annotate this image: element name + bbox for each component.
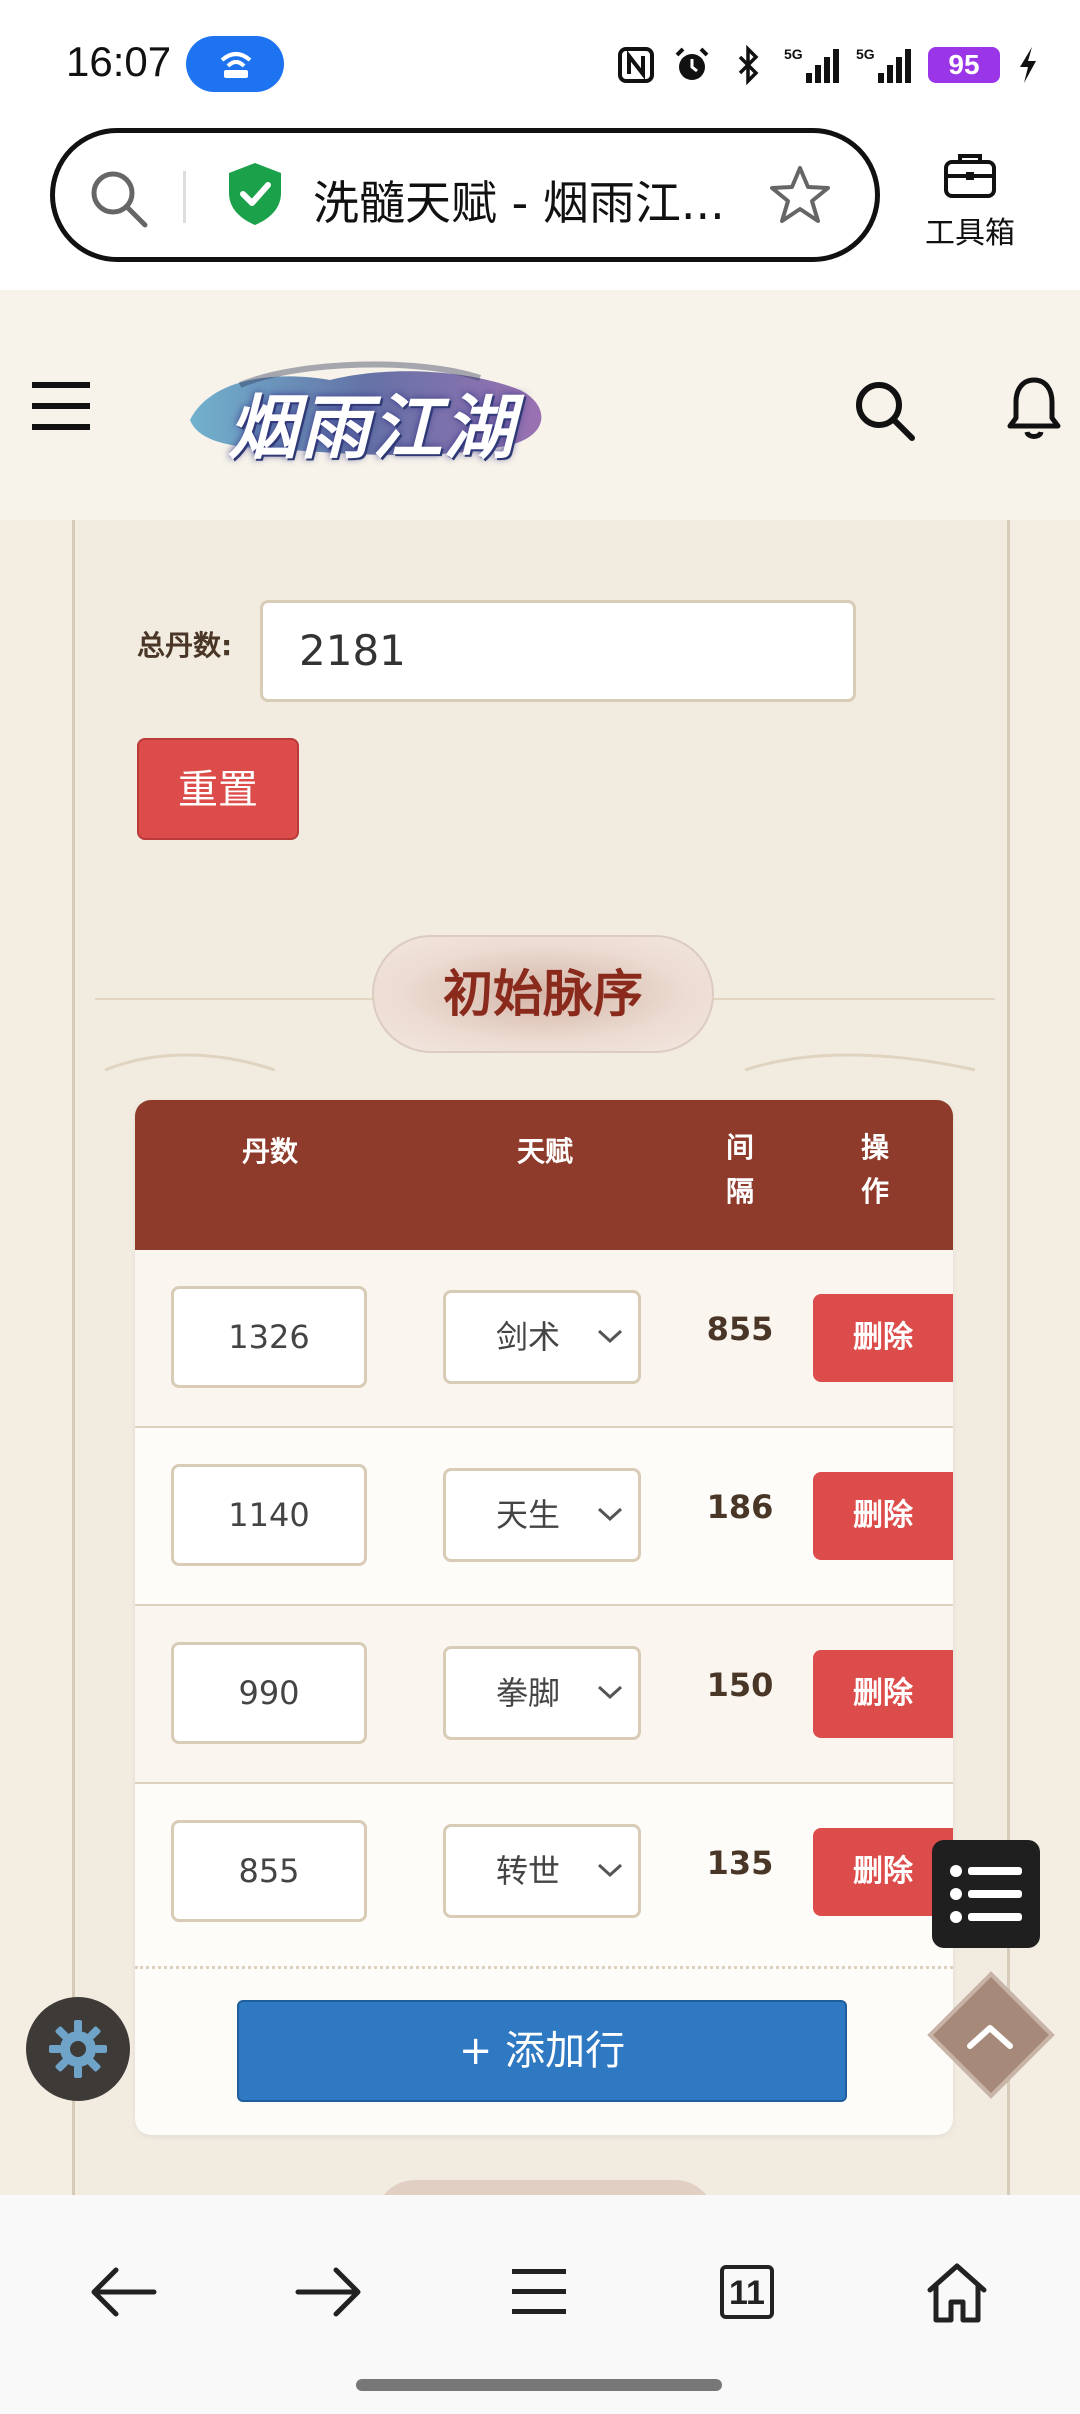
hotspot-indicator [186, 36, 284, 92]
dan-input[interactable]: 1140 [171, 1464, 367, 1566]
talent-value: 天生 [496, 1496, 561, 1534]
pulse-table: 丹数 天赋 间隔 操作 1326 剑术 855 删除 1140 天生 186 删… [135, 1100, 953, 2135]
delete-button[interactable]: 删除 [813, 1650, 953, 1738]
arrow-left-icon [91, 2267, 157, 2317]
signal-label-2: 5G [856, 46, 875, 62]
site-search-icon[interactable] [852, 378, 916, 446]
signal-label: 5G [784, 46, 803, 62]
toolbox-button[interactable]: 工具箱 [915, 150, 1025, 252]
briefcase-icon [944, 154, 996, 198]
nfc-icon [616, 45, 656, 85]
divider [183, 171, 186, 223]
gap-value: 150 [706, 1666, 774, 1704]
address-bar[interactable]: 洗髓天赋 - 烟雨江... [50, 128, 880, 262]
hamburger-menu-icon[interactable] [30, 378, 92, 438]
section-title: 初始脉序 [372, 935, 714, 1053]
site-header: 烟雨江湖 [0, 290, 1080, 520]
content-panel: 总丹数: 2181 重置 初始脉序 丹数 天赋 间隔 操作 1326 剑术 85… [72, 520, 1010, 2195]
gear-icon [49, 2020, 107, 2078]
talent-value: 拳脚 [496, 1674, 561, 1712]
search-icon[interactable] [87, 167, 151, 235]
back-button[interactable] [78, 2247, 168, 2337]
table-row: 990 拳脚 150 删除 [135, 1606, 953, 1784]
add-row-button[interactable]: + 添加行 [237, 2000, 847, 2102]
signal-icon: 5G [784, 45, 840, 85]
chevron-down-icon [597, 1329, 623, 1344]
shield-check-icon[interactable] [225, 161, 285, 231]
dan-input[interactable]: 855 [171, 1820, 367, 1922]
total-input[interactable]: 2181 [260, 600, 856, 702]
charging-icon [1016, 45, 1040, 85]
home-button[interactable] [912, 2247, 1002, 2337]
arrow-right-icon [295, 2267, 361, 2317]
status-time: 16:07 [66, 38, 172, 85]
toolbox-label: 工具箱 [925, 216, 1015, 251]
home-indicator [356, 2379, 722, 2391]
bookmark-star-icon[interactable] [767, 163, 833, 233]
gap-value: 855 [706, 1310, 774, 1348]
chevron-down-icon [597, 1863, 623, 1878]
gap-value: 186 [706, 1488, 774, 1526]
home-icon [927, 2263, 987, 2323]
total-label: 总丹数: [137, 629, 233, 662]
header-dan: 丹数 [241, 1135, 298, 1168]
table-row: 1140 天生 186 删除 [135, 1428, 953, 1606]
logo-text: 烟雨江湖 [228, 386, 516, 469]
chevron-down-icon [597, 1685, 623, 1700]
list-icon [950, 1865, 1022, 1923]
header-gap: 间隔 [725, 1131, 754, 1208]
tabs-button[interactable]: 11 [702, 2247, 792, 2337]
talent-select[interactable]: 天生 [443, 1468, 641, 1562]
battery-indicator: 95 [928, 47, 1000, 83]
tab-count: 11 [720, 2265, 774, 2319]
status-bar: 16:07 5G 5G 95 [0, 0, 1080, 120]
table-row: 855 转世 135 删除 [135, 1784, 953, 1962]
delete-button[interactable]: 删除 [813, 1472, 953, 1560]
menu-icon [512, 2269, 566, 2314]
hotspot-icon [220, 52, 252, 78]
dan-input[interactable]: 1326 [171, 1286, 367, 1388]
talent-value: 转世 [496, 1852, 561, 1890]
header-action: 操作 [860, 1131, 889, 1208]
bluetooth-icon [728, 45, 768, 85]
reset-button[interactable]: 重置 [137, 738, 299, 840]
menu-button[interactable] [494, 2247, 584, 2337]
chevron-up-icon [967, 2025, 1013, 2049]
alarm-icon [672, 45, 712, 85]
talent-select[interactable]: 拳脚 [443, 1646, 641, 1740]
header-talent: 天赋 [516, 1135, 573, 1168]
toc-fab[interactable] [932, 1840, 1040, 1948]
bell-icon[interactable] [1004, 374, 1064, 446]
page-title[interactable]: 洗髓天赋 - 烟雨江... [313, 167, 773, 233]
talent-select[interactable]: 转世 [443, 1824, 641, 1918]
chevron-down-icon [597, 1507, 623, 1522]
talent-value: 剑术 [496, 1318, 561, 1356]
settings-fab[interactable] [26, 1997, 130, 2101]
table-row: 1326 剑术 855 删除 [135, 1250, 953, 1428]
dan-input[interactable]: 990 [171, 1642, 367, 1744]
row-divider [135, 1966, 953, 1969]
next-section-title [375, 2180, 715, 2195]
table-header: 丹数 天赋 间隔 操作 [135, 1100, 953, 1250]
gap-value: 135 [706, 1844, 774, 1882]
delete-button[interactable]: 删除 [813, 1294, 953, 1382]
site-logo[interactable]: 烟雨江湖 [180, 350, 560, 470]
signal-icon-2: 5G [856, 45, 912, 85]
status-icons: 5G 5G 95 [616, 40, 1040, 90]
forward-button[interactable] [284, 2247, 374, 2337]
talent-select[interactable]: 剑术 [443, 1290, 641, 1384]
browser-toolbar: 洗髓天赋 - 烟雨江... 工具箱 [0, 120, 1080, 290]
